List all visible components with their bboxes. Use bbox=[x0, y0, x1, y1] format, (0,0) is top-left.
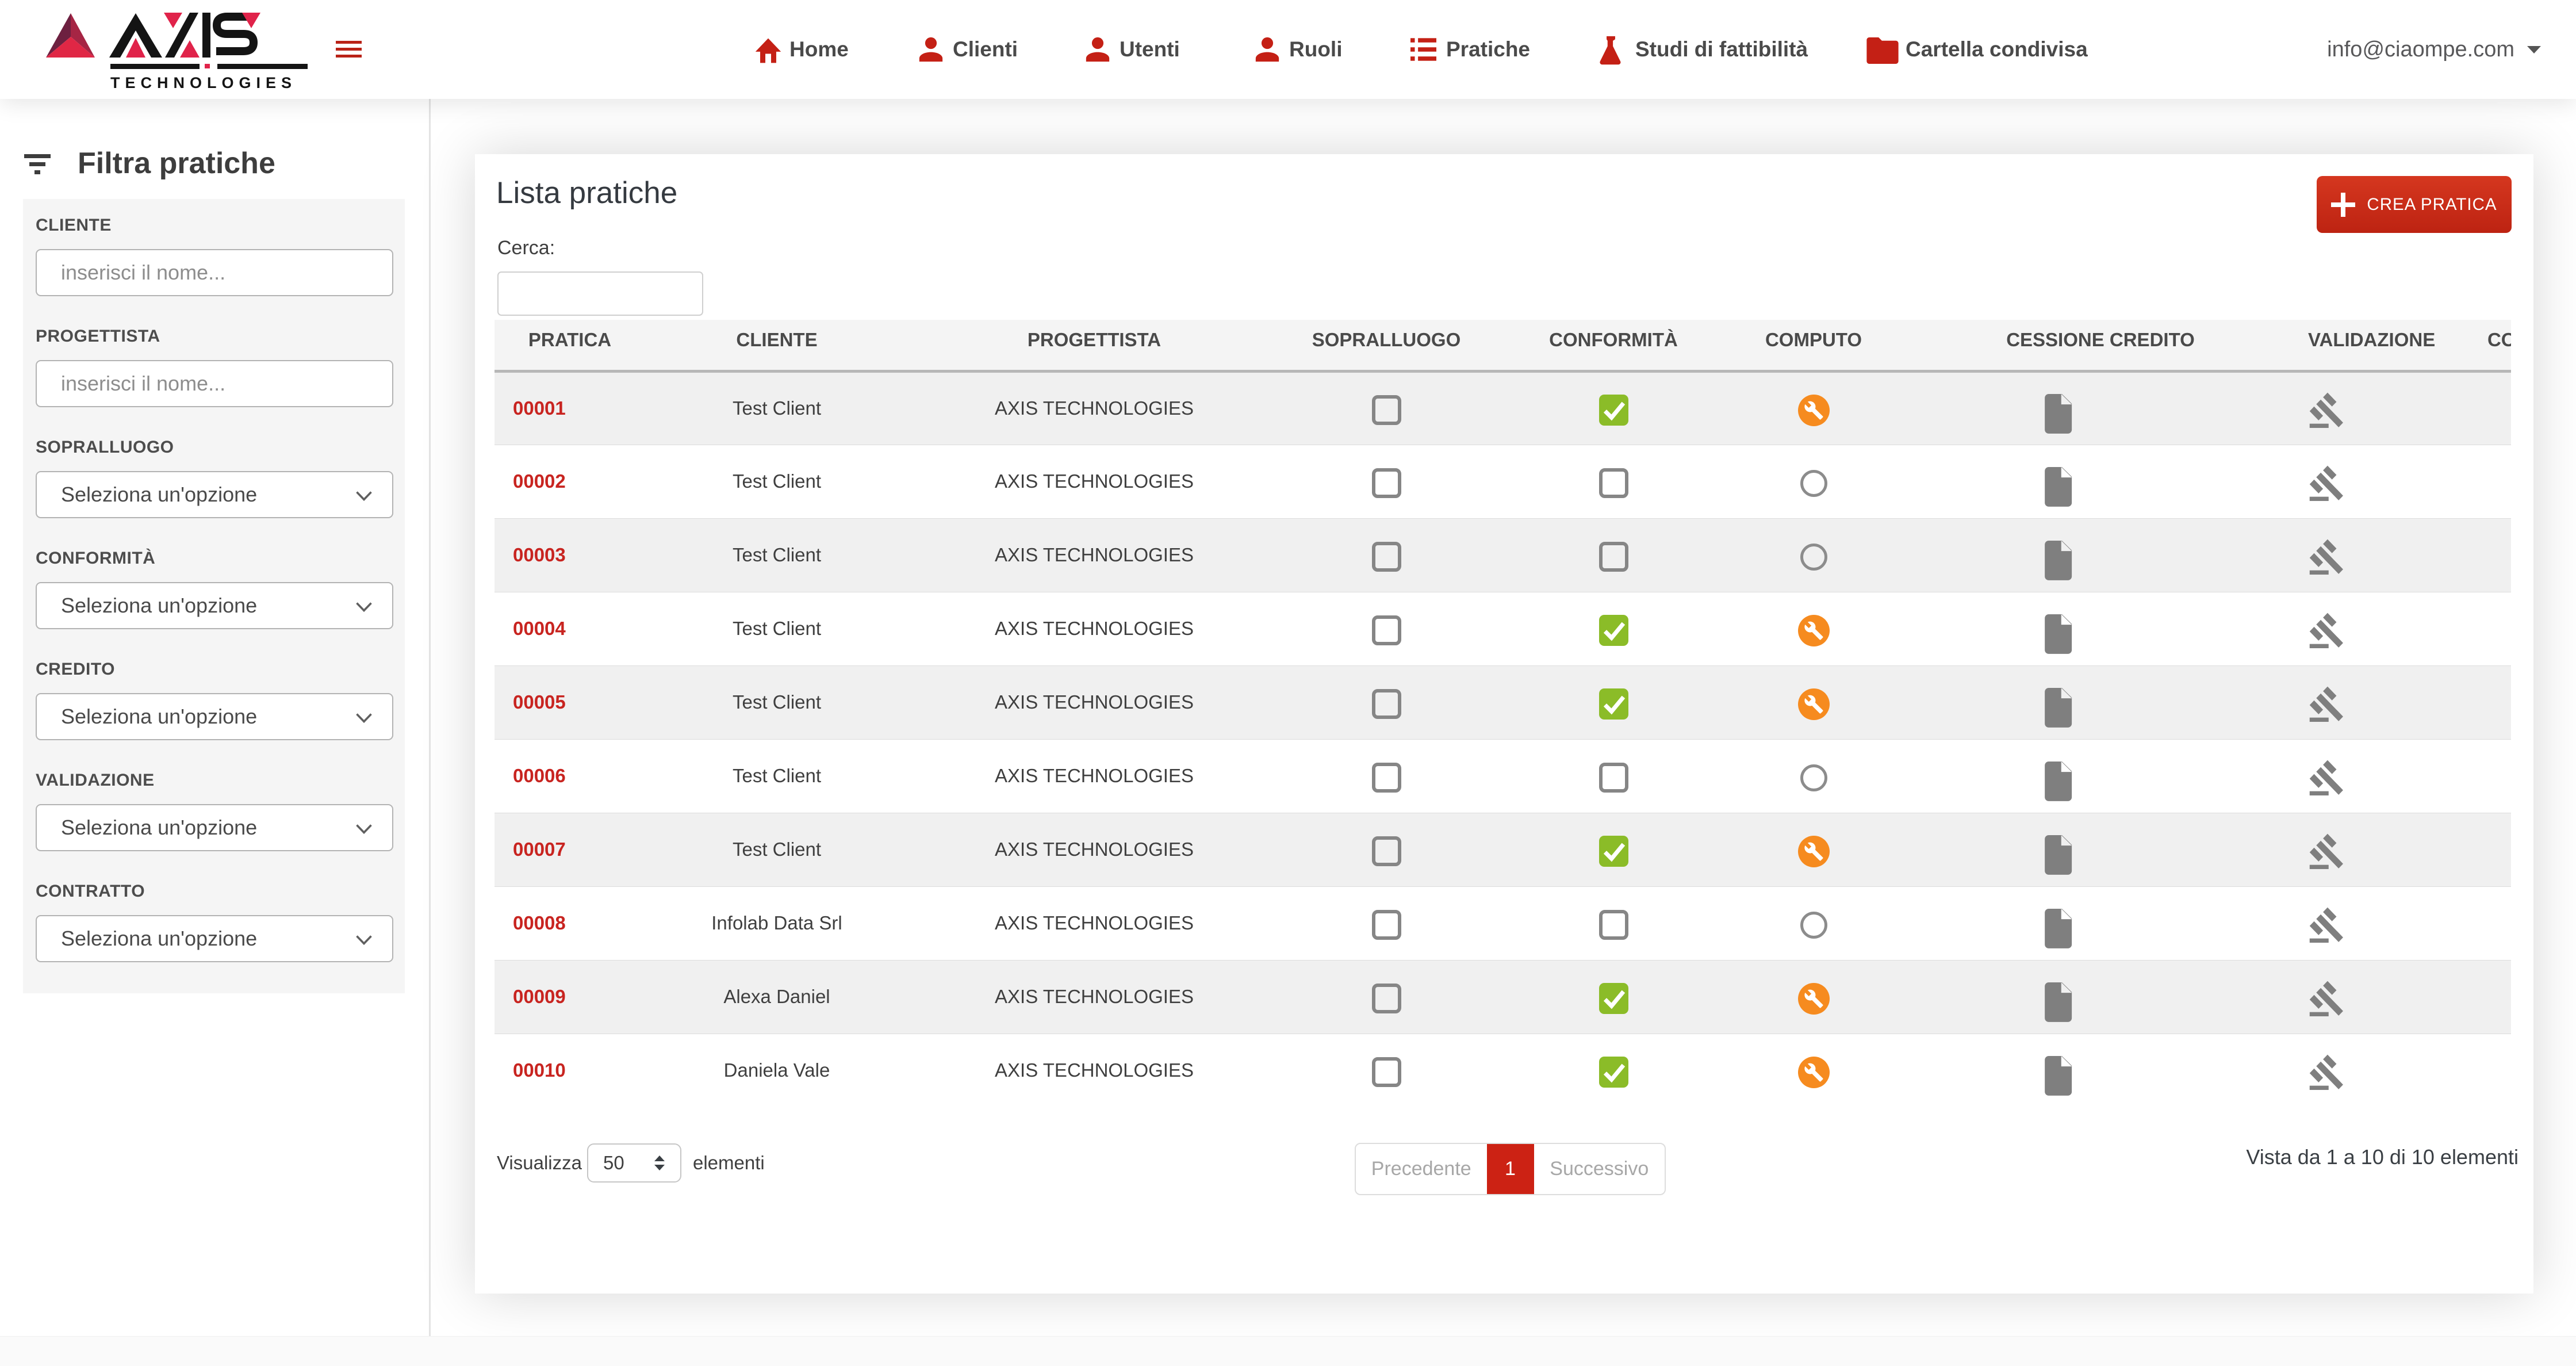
svg-text:TECHNOLOGIES: TECHNOLOGIES bbox=[110, 74, 297, 91]
